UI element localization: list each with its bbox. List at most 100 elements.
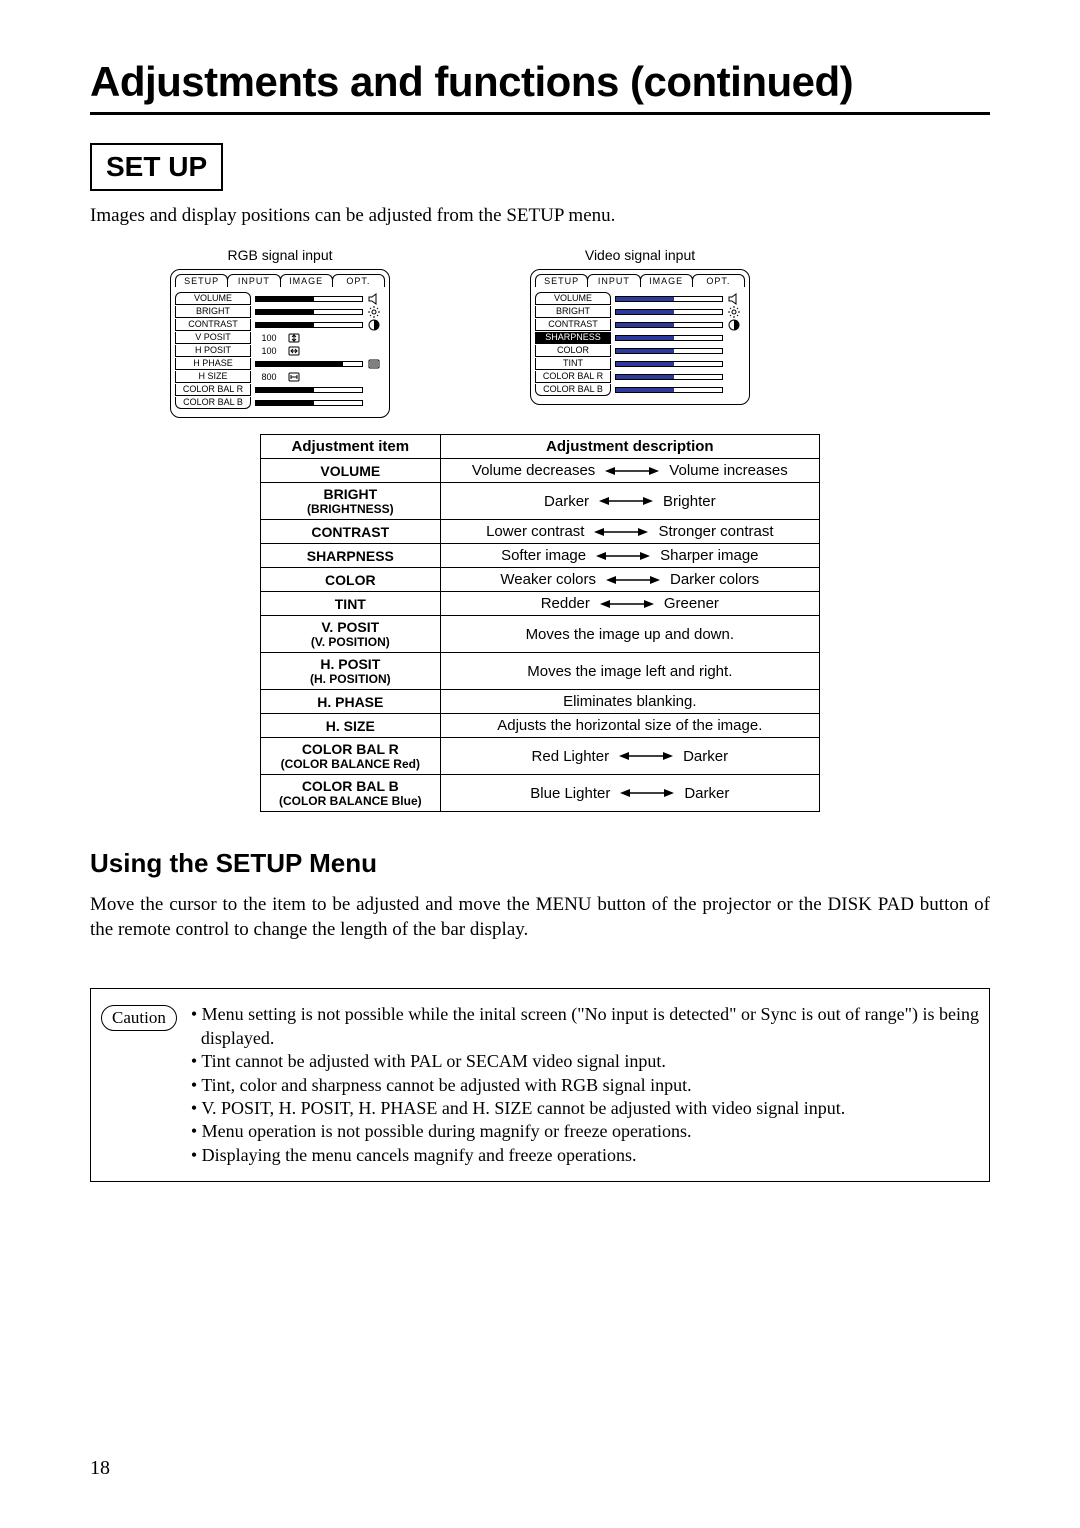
adj-left: Lower contrast: [486, 523, 584, 540]
osd-item-label: COLOR BAL R: [535, 371, 611, 383]
table-row: H. POSIT(H. POSITION)Moves the image lef…: [261, 653, 820, 690]
video-caption: Video signal input: [530, 247, 750, 263]
table-row: V. POSIT(V. POSITION)Moves the image up …: [261, 616, 820, 653]
adj-item-desc: Moves the image up and down.: [440, 616, 819, 653]
adj-item-name: BRIGHT(BRIGHTNESS): [261, 483, 441, 520]
osd-video: SETUPINPUTIMAGEOPT.VOLUMEBRIGHTCONTRASTS…: [530, 269, 750, 405]
adj-item-name: CONTRAST: [261, 520, 441, 544]
osd-tab: SETUP: [535, 274, 588, 287]
osd-row: BRIGHT: [175, 305, 385, 318]
caution-list: • Menu setting is not possible while the…: [191, 1003, 979, 1167]
video-menu-block: Video signal input SETUPINPUTIMAGEOPT.VO…: [530, 247, 750, 418]
table-row: COLOR BAL B(COLOR BALANCE Blue)Blue Ligh…: [261, 775, 820, 812]
rgb-caption: RGB signal input: [170, 247, 390, 263]
adj-item-desc: Blue LighterDarker: [440, 775, 819, 812]
adj-right: Darker colors: [670, 571, 759, 588]
table-row: TINTRedderGreener: [261, 592, 820, 616]
adj-item-name: H. PHASE: [261, 690, 441, 714]
adj-left: Darker: [544, 493, 589, 510]
osd-row: V POSIT 100: [175, 331, 385, 344]
caution-item: • Menu setting is not possible while the…: [191, 1003, 979, 1050]
table-row: H. PHASEEliminates blanking.: [261, 690, 820, 714]
adj-item-desc: Adjusts the horizontal size of the image…: [440, 714, 819, 738]
osd-item-label: COLOR BAL B: [535, 384, 611, 396]
adj-left: Softer image: [501, 547, 586, 564]
osd-tab: SETUP: [175, 274, 228, 287]
double-arrow-icon: [620, 787, 674, 799]
adj-item-desc: Moves the image left and right.: [440, 653, 819, 690]
adj-item-name: TINT: [261, 592, 441, 616]
osd-bar: [615, 322, 723, 328]
adj-item-name: COLOR: [261, 568, 441, 592]
osd-row: VOLUME: [175, 292, 385, 305]
adj-item-name: SHARPNESS: [261, 544, 441, 568]
speaker-icon: [727, 293, 741, 305]
osd-bar: [255, 296, 363, 302]
blank-icon: [727, 345, 741, 357]
osd-bar: [615, 335, 723, 341]
osd-row: COLOR: [535, 344, 745, 357]
osd-row: BRIGHT: [535, 305, 745, 318]
phase-icon: [367, 358, 381, 370]
osd-item-label: COLOR BAL R: [175, 384, 251, 396]
contrast-icon: [367, 319, 381, 331]
double-arrow-icon: [594, 526, 648, 538]
adj-th-item: Adjustment item: [261, 435, 441, 459]
adj-left: Weaker colors: [500, 571, 596, 588]
osd-item-label: VOLUME: [175, 292, 251, 305]
adj-th-desc: Adjustment description: [440, 435, 819, 459]
sun-icon: [367, 306, 381, 318]
adj-right: Volume increases: [669, 462, 787, 479]
osd-tab: IMAGE: [640, 274, 693, 287]
osd-row: COLOR BAL B: [535, 383, 745, 396]
adj-right: Darker: [684, 785, 729, 802]
sun-icon: [727, 306, 741, 318]
osd-value: 100: [255, 333, 283, 343]
osd-item-label: CONTRAST: [535, 319, 611, 331]
osd-rgb: SETUPINPUTIMAGEOPT.VOLUMEBRIGHTCONTRASTV…: [170, 269, 390, 418]
osd-row: COLOR BAL R: [535, 370, 745, 383]
osd-row: SHARPNESS: [535, 331, 745, 344]
osd-item-label: BRIGHT: [175, 306, 251, 318]
osd-tab: OPT.: [692, 274, 745, 287]
double-arrow-icon: [596, 550, 650, 562]
osd-item-label: SHARPNESS: [535, 332, 611, 344]
table-row: COLOR Weaker colors Darker colors: [261, 568, 820, 592]
osd-row: CONTRAST: [175, 318, 385, 331]
osd-row: VOLUME: [535, 292, 745, 305]
osd-bar: [615, 387, 723, 393]
caution-item: • Displaying the menu cancels magnify an…: [191, 1144, 979, 1167]
adj-item-desc: Softer imageSharper image: [440, 544, 819, 568]
osd-bar: [615, 348, 723, 354]
adj-item-name: H. POSIT(H. POSITION): [261, 653, 441, 690]
table-row: COLOR BAL R(COLOR BALANCE Red)Red Lighte…: [261, 738, 820, 775]
double-arrow-icon: [606, 574, 660, 586]
adj-item-sub: (H. POSITION): [267, 672, 434, 686]
osd-value: 100: [255, 346, 283, 356]
osd-item-label: V POSIT: [175, 332, 251, 344]
table-row: CONTRASTLower contrastStronger contrast: [261, 520, 820, 544]
adj-item-desc: Lower contrastStronger contrast: [440, 520, 819, 544]
double-arrow-icon: [599, 495, 653, 507]
hsize-icon: [287, 371, 301, 383]
adj-item-desc: Volume decreases Volume increases: [440, 459, 819, 483]
adj-left: Volume decreases: [472, 462, 595, 479]
osd-item-label: BRIGHT: [535, 306, 611, 318]
adj-item-name: H. SIZE: [261, 714, 441, 738]
osd-row: H SIZE800: [175, 370, 385, 383]
osd-tab: IMAGE: [280, 274, 333, 287]
adj-item-sub: (COLOR BALANCE Blue): [267, 794, 434, 808]
osd-bar: [615, 361, 723, 367]
adj-item-sub: (V. POSITION): [267, 635, 434, 649]
vpos-icon: [287, 332, 301, 344]
adj-item-desc: Weaker colors Darker colors: [440, 568, 819, 592]
using-setup-heading: Using the SETUP Menu: [90, 848, 990, 879]
osd-bar: [615, 374, 723, 380]
double-arrow-icon: [619, 750, 673, 762]
caution-label: Caution: [101, 1005, 177, 1031]
osd-bar: [255, 361, 363, 367]
section-box: SET UP: [90, 143, 223, 191]
osd-item-label: TINT: [535, 358, 611, 370]
osd-item-label: H POSIT: [175, 345, 251, 357]
osd-row: H PHASE: [175, 357, 385, 370]
